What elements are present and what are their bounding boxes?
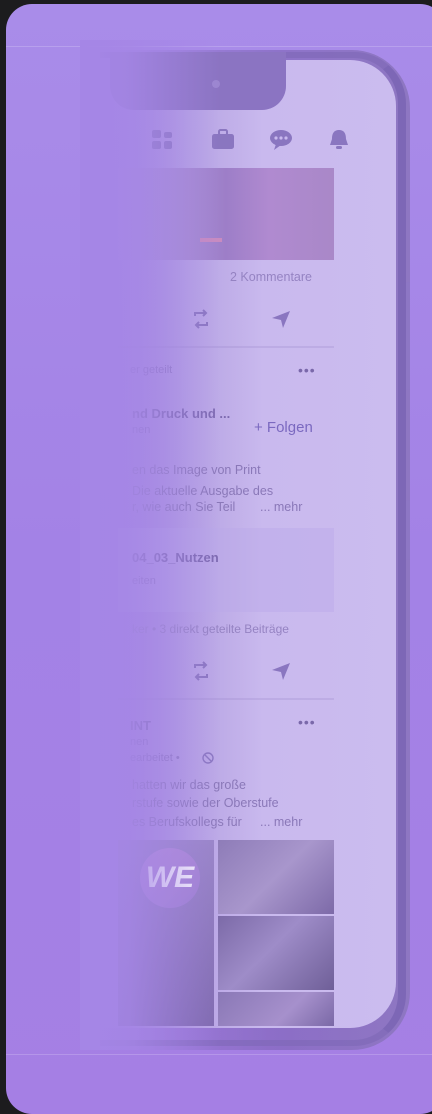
bottom-nav — [140, 122, 370, 158]
side-button-lower — [406, 500, 410, 560]
send-icon[interactable] — [270, 308, 292, 330]
document-attachment[interactable] — [118, 528, 334, 612]
bell-icon[interactable] — [326, 128, 352, 152]
post-body-line3: r, wie auch Sie Teil — [132, 500, 236, 514]
edited-label: earbeitet • — [130, 752, 180, 764]
divider-top — [6, 46, 432, 47]
comments-count[interactable]: 2 Kommentare — [230, 270, 312, 284]
shares-count[interactable]: ker • 3 direkt geteilte Beiträge — [132, 622, 289, 636]
attachment-title[interactable]: 04_03_Nutzen — [132, 550, 219, 565]
repost-icon[interactable] — [190, 308, 212, 330]
post-photo-2[interactable] — [218, 840, 334, 914]
follow-button[interactable]: + Folgen — [254, 419, 313, 436]
we-logo-badge: WE — [140, 848, 200, 908]
post-photo-4[interactable] — [218, 992, 334, 1026]
more-options-icon[interactable]: ••• — [298, 362, 316, 378]
people-icon[interactable] — [150, 128, 176, 152]
post-body-line1: hatten wir das große — [132, 778, 246, 792]
divider — [118, 698, 334, 700]
post-body-line2: Die aktuelle Ausgabe des — [132, 484, 274, 498]
camera-dot — [212, 80, 220, 88]
more-options-icon[interactable]: ••• — [298, 714, 316, 730]
shared-by-label: er geteilt — [130, 364, 173, 376]
more-link[interactable]: ... mehr — [260, 500, 302, 514]
globe-icon — [202, 752, 214, 764]
author-subtitle: nen — [132, 424, 151, 436]
post-photo-3[interactable] — [218, 916, 334, 990]
attachment-subtitle: eiten — [132, 575, 156, 587]
repost-icon[interactable] — [190, 660, 212, 682]
post-body-line1: en das Image von Print — [132, 463, 261, 477]
briefcase-icon[interactable] — [210, 128, 236, 152]
banner-accent — [200, 238, 222, 242]
divider — [118, 346, 334, 348]
author-name[interactable]: nd Druck und ... — [132, 406, 230, 421]
post-body-line3: es Berufskollegs für — [132, 815, 242, 829]
post-image-banner[interactable] — [118, 168, 334, 260]
post-body-line2: rstufe sowie der Oberstufe — [132, 796, 279, 810]
author-name[interactable]: INT — [130, 718, 151, 733]
chat-icon[interactable] — [268, 128, 294, 152]
side-button-power — [406, 282, 410, 390]
author-subtitle: nen — [130, 736, 149, 748]
divider-bottom — [6, 1054, 432, 1055]
send-icon[interactable] — [270, 660, 292, 682]
phone-notch — [110, 52, 286, 110]
more-link[interactable]: ... mehr — [260, 815, 302, 829]
